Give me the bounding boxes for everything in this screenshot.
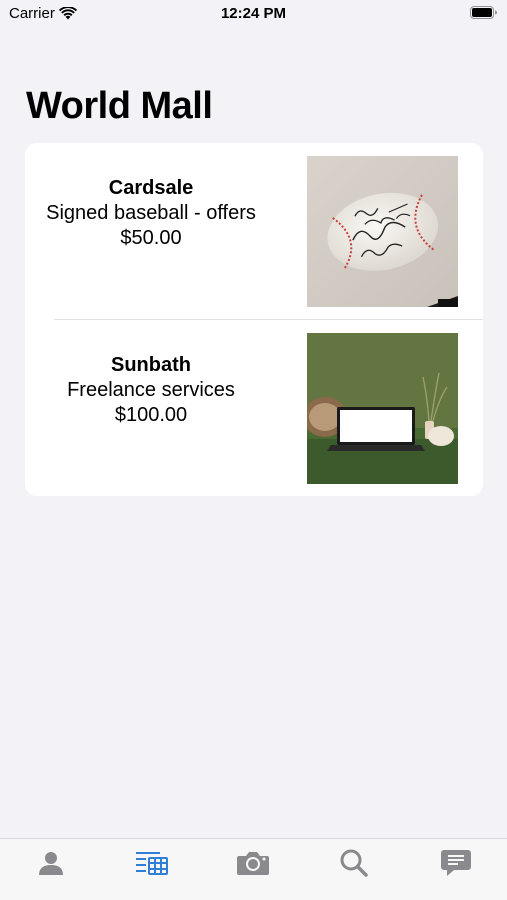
listing-name: Cardsale (108, 177, 194, 199)
battery-icon (470, 6, 497, 19)
camera-icon (237, 852, 269, 875)
tab-camera[interactable] (233, 846, 273, 880)
status-bar: Carrier 12:24 PM (0, 0, 507, 30)
page-title: World Mall (26, 85, 213, 127)
person-icon (39, 852, 63, 875)
listings-card: Cardsale Signed baseball - offers $50.00 (25, 143, 483, 496)
search-icon (340, 849, 368, 877)
clock: 12:24 PM (220, 5, 287, 22)
listing-price: $50.00 (120, 227, 182, 249)
chat-icon (441, 850, 471, 876)
listing-description: Signed baseball - offers (46, 202, 256, 224)
tab-search[interactable] (334, 846, 374, 880)
listing-name: Sunbath (111, 354, 191, 376)
listing-text: Cardsale Signed baseball - offers $50.00 (45, 176, 257, 251)
tab-messages[interactable] (436, 846, 476, 880)
signed-baseball-photo (307, 156, 458, 307)
list-item[interactable]: Cardsale Signed baseball - offers $50.00 (25, 143, 483, 319)
listing-price: $100.00 (114, 404, 188, 426)
listing-text: Sunbath Freelance services $100.00 (45, 353, 257, 428)
tab-listings[interactable] (132, 846, 172, 880)
listings-icon (136, 852, 168, 875)
listing-description: Freelance services (67, 379, 235, 401)
list-item[interactable]: Sunbath Freelance services $100.00 (25, 320, 483, 496)
tab-profile[interactable] (31, 846, 71, 880)
laptop-on-desk-photo (307, 333, 458, 484)
tab-bar (0, 838, 507, 900)
